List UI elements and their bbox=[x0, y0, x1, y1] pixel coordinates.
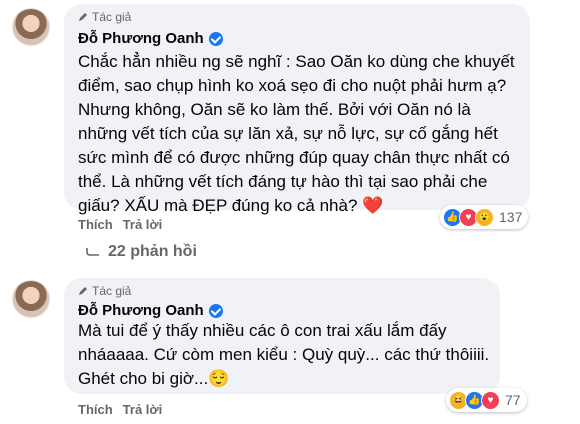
author-name-label[interactable]: Đỗ Phương Oanh bbox=[78, 302, 204, 319]
author-name[interactable]: Đỗ Phương Oanh bbox=[78, 30, 223, 47]
reaction-count: 77 bbox=[505, 392, 521, 408]
avatar[interactable] bbox=[12, 8, 50, 46]
comment-actions: Thích Trả lời bbox=[78, 402, 162, 417]
comment-line: Ghét cho bi giờ...😌 bbox=[78, 369, 230, 388]
comment-actions: Thích Trả lời bbox=[78, 217, 162, 232]
comment-line: những vết tích của sự lăn xả, sự nỗ lực,… bbox=[78, 124, 498, 143]
reply-button[interactable]: Trả lời bbox=[123, 402, 163, 417]
comment-line: Chắc hẳn nhiều ng sẽ nghĩ : Sao Oăn ko d… bbox=[78, 52, 515, 71]
author-tag-label: Tác giả bbox=[92, 284, 132, 298]
view-replies-button[interactable]: 22 phản hồi bbox=[86, 243, 197, 261]
reply-button[interactable]: Trả lời bbox=[123, 217, 163, 232]
author-name[interactable]: Đỗ Phương Oanh bbox=[78, 302, 223, 319]
avatar[interactable] bbox=[12, 280, 50, 318]
comment-line: điểm, sao chụp hình ko xoá sẹo đi cho nu… bbox=[78, 76, 507, 95]
comment-line: thể. Là những vết tích đáng tự hào thì t… bbox=[78, 172, 488, 191]
author-tag-label: Tác giả bbox=[92, 10, 132, 24]
reaction-count: 137 bbox=[499, 209, 523, 225]
reply-arrow-icon bbox=[86, 248, 99, 256]
comment-line: Mà tui để ý thấy nhiều các ô con trai xấ… bbox=[78, 321, 447, 340]
verified-icon bbox=[208, 303, 223, 318]
reaction-summary[interactable]: 😆 👍 ♥ 77 bbox=[446, 388, 527, 412]
author-name-label[interactable]: Đỗ Phương Oanh bbox=[78, 30, 204, 47]
comment-text: Chắc hẳn nhiều ng sẽ nghĩ : Sao Oăn ko d… bbox=[78, 50, 528, 218]
comment-text: Mà tui để ý thấy nhiều các ô con trai xấ… bbox=[78, 319, 498, 391]
like-button[interactable]: Thích bbox=[78, 217, 113, 232]
comment-line: Nhưng không, Oăn sẽ ko làm thế. Bởi với … bbox=[78, 100, 471, 119]
like-button[interactable]: Thích bbox=[78, 402, 113, 417]
wow-icon: 😮 bbox=[475, 207, 494, 227]
author-tag: Tác giả bbox=[78, 10, 131, 24]
replies-count-label[interactable]: 22 phản hồi bbox=[108, 243, 197, 261]
author-tag: Tác giả bbox=[78, 284, 131, 298]
comment-line: nháaaaa. Cứ còm men kiểu : Quỳ quỳ... cá… bbox=[78, 345, 490, 364]
reaction-summary[interactable]: 👍 ♥ 😮 137 bbox=[440, 205, 529, 229]
heart-icon: ♥ bbox=[481, 390, 500, 410]
comment-line: sức mình để có được những đúp quay chân … bbox=[78, 148, 510, 167]
verified-icon bbox=[208, 31, 223, 46]
pencil-icon bbox=[79, 13, 87, 21]
pencil-icon bbox=[79, 287, 87, 295]
